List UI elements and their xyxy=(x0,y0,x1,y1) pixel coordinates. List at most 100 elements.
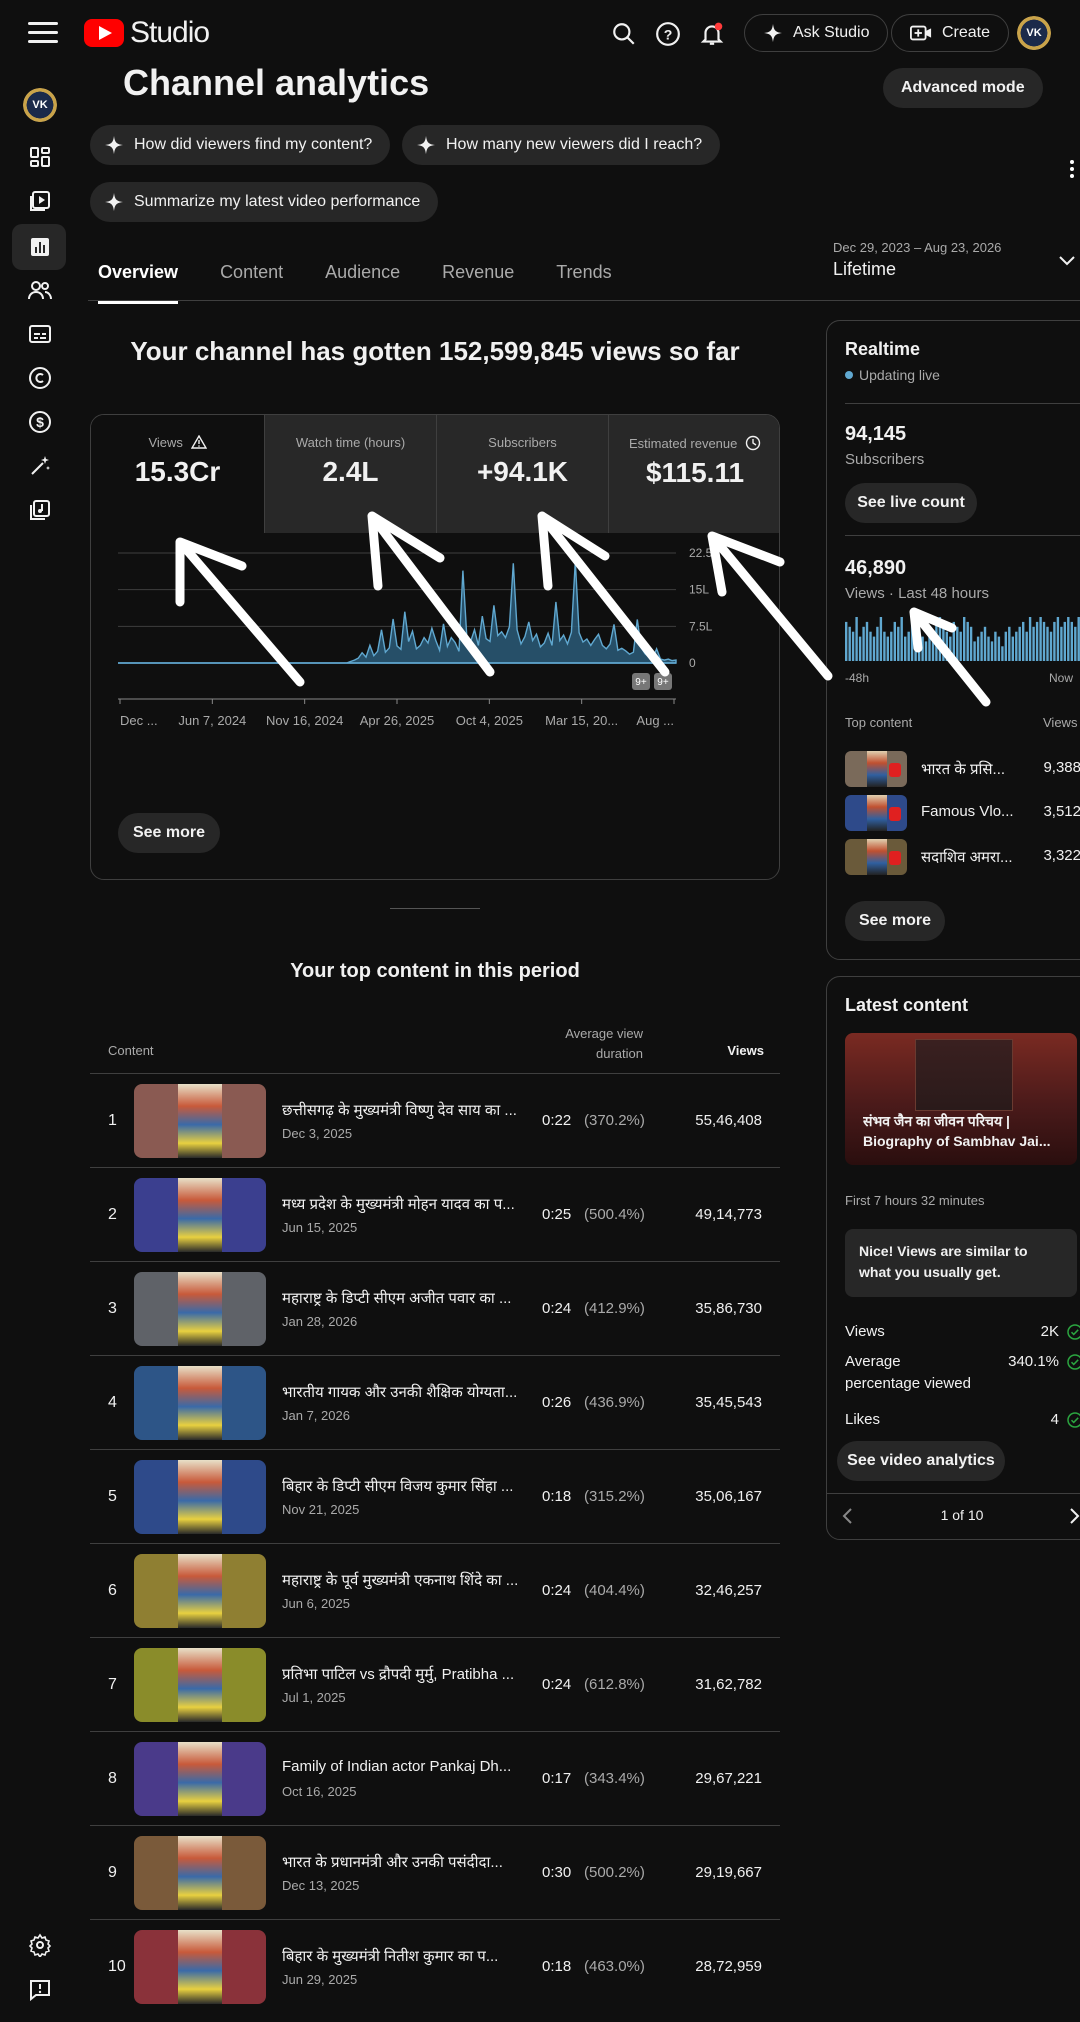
notifications-icon[interactable] xyxy=(694,16,730,52)
metric-subscribers[interactable]: Subscribers +94.1K xyxy=(436,415,608,533)
clock-icon xyxy=(745,435,761,451)
row-title[interactable]: बिहार के मुख्यमंत्री नितीश कुमार का प... xyxy=(282,1946,520,1966)
table-row[interactable]: 10 बिहार के मुख्यमंत्री नितीश कुमार का प.… xyxy=(90,1919,780,2014)
table-row[interactable]: 7 प्रतिभा पाटिल vs द्रौपदी मुर्मु, Pratib… xyxy=(90,1637,780,1732)
metric-watch-time[interactable]: Watch time (hours) 2.4L xyxy=(264,415,436,533)
content-icon[interactable] xyxy=(26,187,54,215)
row-thumbnail[interactable] xyxy=(134,1272,266,1346)
dashboard-icon[interactable] xyxy=(26,143,54,171)
realtime-bar xyxy=(945,631,948,661)
account-avatar[interactable]: VK xyxy=(1017,16,1051,50)
row-title[interactable]: भारतीय गायक और उनकी शैक्षिक योग्यता... xyxy=(282,1382,520,1402)
customization-icon[interactable] xyxy=(26,452,54,480)
menu-icon[interactable] xyxy=(28,22,58,44)
realtime-see-more-button[interactable]: See more xyxy=(845,901,945,941)
more-options-icon[interactable] xyxy=(1070,160,1074,182)
earn-icon[interactable]: $ xyxy=(26,408,54,436)
views-chart[interactable]: 22.5L 15L 7.5L 0 9+ 9+ Dec ... Jun 7, 2024 Nov 1… xyxy=(91,533,780,763)
create-button[interactable]: Create xyxy=(891,14,1010,52)
chevron-right-icon[interactable] xyxy=(1067,1507,1080,1530)
date-range-selector[interactable]: Dec 29, 2023 – Aug 23, 2026 Lifetime xyxy=(833,240,1001,280)
chip-how-viewers-find[interactable]: How did viewers find my content? xyxy=(90,125,391,165)
metric-revenue[interactable]: Estimated revenue $115.11 xyxy=(608,415,779,533)
row-thumbnail[interactable] xyxy=(134,1836,266,1910)
audio-library-icon[interactable] xyxy=(26,496,54,524)
realtime-bar xyxy=(858,636,862,661)
row-date: Dec 3, 2025 xyxy=(282,1126,353,1141)
community-icon[interactable] xyxy=(26,276,54,304)
table-row[interactable]: 5 बिहार के डिप्टी सीएम विजय कुमार सिंहा .… xyxy=(90,1449,780,1544)
chip-summarize-latest[interactable]: Summarize my latest video performance xyxy=(90,182,439,222)
item-thumbnail xyxy=(845,795,907,831)
realtime-bar xyxy=(1067,617,1070,661)
stat-row: Likes 4 xyxy=(845,1409,1080,1431)
row-title[interactable]: महाराष्ट्र के डिप्टी सीएम अजीत पवार का .… xyxy=(282,1288,520,1308)
row-thumbnail[interactable] xyxy=(134,1460,266,1534)
table-row[interactable]: 6 महाराष्ट्र के पूर्व मुख्यमंत्री एकनाथ श… xyxy=(90,1543,780,1638)
advanced-mode-button[interactable]: Advanced mode xyxy=(883,68,1043,108)
see-live-count-button[interactable]: See live count xyxy=(845,483,977,523)
realtime-bar xyxy=(959,631,962,661)
tab-content[interactable]: Content xyxy=(220,262,283,304)
realtime-bar xyxy=(990,641,994,661)
studio-logo[interactable]: Studio xyxy=(84,16,210,50)
copyright-icon[interactable] xyxy=(26,364,54,392)
row-date: Jun 15, 2025 xyxy=(282,1220,358,1235)
row-title[interactable]: प्रतिभा पाटिल vs द्रौपदी मुर्मु, Pratibh… xyxy=(282,1664,520,1684)
chevron-down-icon[interactable] xyxy=(1058,254,1076,272)
latest-first-time: First 7 hours 32 minutes xyxy=(845,1193,985,1208)
subtitles-icon[interactable] xyxy=(26,320,54,348)
table-row[interactable]: 2 मध्य प्रदेश के मुख्यमंत्री मोहन यादव का… xyxy=(90,1167,780,1262)
tab-trends[interactable]: Trends xyxy=(556,262,611,304)
tab-audience[interactable]: Audience xyxy=(325,262,400,304)
row-title[interactable]: बिहार के डिप्टी सीएम विजय कुमार सिंहा ..… xyxy=(282,1476,520,1496)
row-title[interactable]: महाराष्ट्र के पूर्व मुख्यमंत्री एकनाथ शि… xyxy=(282,1570,520,1590)
row-avd-percent: (370.2%) xyxy=(584,1112,645,1129)
channel-avatar[interactable]: VK xyxy=(23,88,57,122)
table-row[interactable]: 4 भारतीय गायक और उनकी शैक्षिक योग्यता... J… xyxy=(90,1355,780,1450)
realtime-bar-chart[interactable] xyxy=(845,617,1080,661)
table-row[interactable]: 9 भारत के प्रधानमंत्री और उनकी पसंदीदा...… xyxy=(90,1825,780,1920)
row-thumbnail[interactable] xyxy=(134,1084,266,1158)
row-title[interactable]: Family of Indian actor Pankaj Dh... xyxy=(282,1758,520,1775)
row-title[interactable]: भारत के प्रधानमंत्री और उनकी पसंदीदा... xyxy=(282,1852,520,1872)
row-title[interactable]: मध्य प्रदेश के मुख्यमंत्री मोहन यादव का … xyxy=(282,1194,520,1214)
badge-label: 9+ xyxy=(657,677,669,688)
row-thumbnail[interactable] xyxy=(134,1648,266,1722)
row-avd: 0:26 xyxy=(542,1394,572,1411)
metric-views[interactable]: Views 15.3Cr xyxy=(91,415,264,533)
realtime-bar xyxy=(890,631,893,661)
settings-icon[interactable] xyxy=(26,1931,54,1959)
chart-see-more-button[interactable]: See more xyxy=(118,813,220,853)
latest-video-thumbnail[interactable]: संभव जैन का जीवन परिचय | Biography of Sa… xyxy=(845,1033,1077,1165)
see-video-analytics-button[interactable]: See video analytics xyxy=(837,1441,1005,1481)
ask-studio-button[interactable]: Ask Studio xyxy=(744,14,889,52)
rt-axis-right: Now xyxy=(1049,671,1074,685)
row-thumbnail[interactable] xyxy=(134,1178,266,1252)
realtime-bar xyxy=(1074,626,1077,661)
tabs-divider xyxy=(88,300,1080,301)
row-title[interactable]: छत्तीसगढ़ के मुख्यमंत्री विष्णु देव साय … xyxy=(282,1100,520,1120)
row-thumbnail[interactable] xyxy=(134,1366,266,1440)
table-row[interactable]: 1 छत्तीसगढ़ के मुख्यमंत्री विष्णु देव साय… xyxy=(90,1073,780,1168)
tab-revenue[interactable]: Revenue xyxy=(442,262,514,304)
list-item[interactable]: सदाशिव अमरा... 3,322 xyxy=(845,839,1080,875)
feedback-icon[interactable] xyxy=(26,1976,54,2004)
help-icon[interactable]: ? xyxy=(650,16,686,52)
list-item[interactable]: भारत के प्रसि... 9,388 xyxy=(845,751,1080,787)
realtime-bar xyxy=(1025,631,1028,661)
row-thumbnail[interactable] xyxy=(134,1554,266,1628)
table-row[interactable]: 3 महाराष्ट्र के डिप्टी सीएम अजीत पवार का … xyxy=(90,1261,780,1356)
list-item[interactable]: Famous Vlo... 3,512 xyxy=(845,795,1080,831)
chip-new-viewers[interactable]: How many new viewers did I reach? xyxy=(402,125,721,165)
row-avd-percent: (343.4%) xyxy=(584,1770,645,1787)
search-icon[interactable] xyxy=(606,16,642,52)
row-thumbnail[interactable] xyxy=(134,1742,266,1816)
realtime-bar xyxy=(987,636,990,661)
tab-overview[interactable]: Overview xyxy=(98,262,179,304)
col-views[interactable]: Views xyxy=(700,1043,764,1058)
analytics-icon[interactable] xyxy=(26,233,54,261)
row-avd-percent: (404.4%) xyxy=(584,1582,645,1599)
table-row[interactable]: 8 Family of Indian actor Pankaj Dh... Oct … xyxy=(90,1731,780,1826)
row-thumbnail[interactable] xyxy=(134,1930,266,2004)
